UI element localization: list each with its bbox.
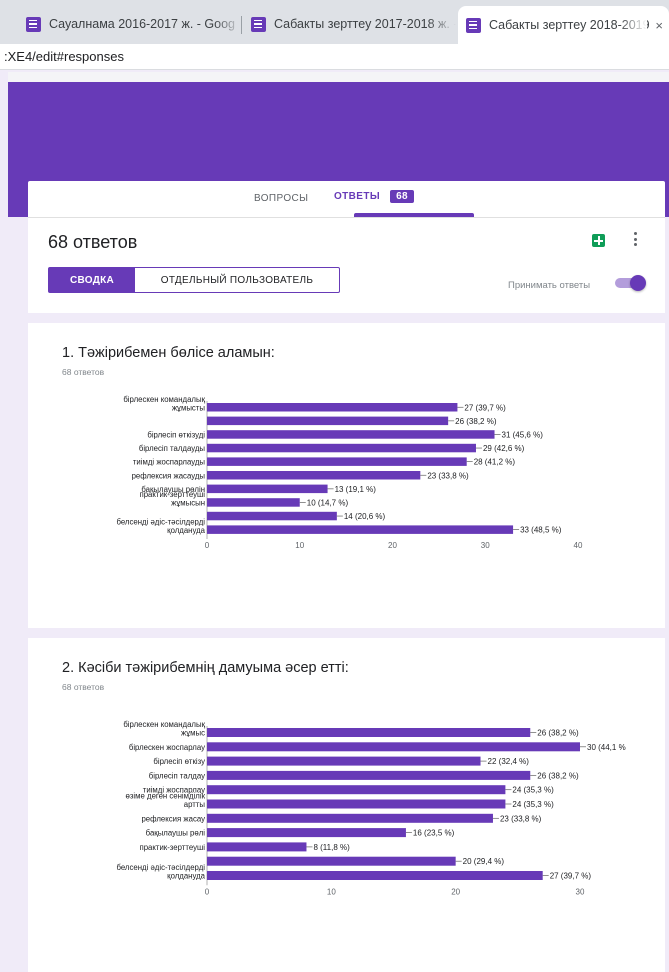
- bar: [207, 430, 495, 439]
- bar: [207, 756, 481, 766]
- view-toggle: СВОДКА ОТДЕЛЬНЫЙ ПОЛЬЗОВАТЕЛЬ: [48, 267, 340, 293]
- form-nav: ВОПРОСЫ ОТВЕТЫ 68: [28, 181, 665, 217]
- category-label: бірлесіп өткізу: [153, 757, 205, 766]
- x-tick-label: 0: [205, 541, 210, 550]
- category-label: рефлексия жасауды: [132, 471, 206, 480]
- category-label: жұмысты: [172, 404, 206, 413]
- data-label: 8 (11,8 %): [313, 843, 350, 852]
- data-label: 30 (44,1 %: [587, 743, 626, 752]
- sheets-icon[interactable]: [592, 234, 605, 247]
- bar: [207, 443, 476, 453]
- category-label: тиімді жоспарлауды: [133, 458, 206, 467]
- bar: [207, 856, 456, 866]
- header-gap: [8, 72, 669, 82]
- bar: [207, 416, 449, 426]
- data-label: 20 (29,4 %): [463, 857, 505, 866]
- forms-icon: [26, 16, 41, 32]
- category-label: бірлесіп өткізуді: [147, 430, 205, 439]
- bar: [207, 871, 543, 880]
- bar: [207, 828, 406, 838]
- bar: [207, 842, 307, 852]
- bar: [207, 457, 467, 466]
- summary-view-button[interactable]: СВОДКА: [49, 268, 135, 292]
- accept-responses-toggle[interactable]: [615, 275, 646, 291]
- data-label: 31 (45,6 %): [502, 430, 544, 439]
- browser-tab-strip: Сауалнама 2016-2017 ж. - Goog Сабакты зе…: [0, 0, 669, 44]
- summary-card: 68 ответов СВОДКА ОТДЕЛЬНЫЙ ПОЛЬЗОВАТЕЛЬ…: [28, 217, 665, 313]
- individual-view-button[interactable]: ОТДЕЛЬНЫЙ ПОЛЬЗОВАТЕЛЬ: [135, 268, 339, 292]
- bar: [207, 813, 493, 823]
- category-label: қолдануда: [167, 872, 206, 881]
- tab-answers[interactable]: ОТВЕТЫ 68: [334, 190, 415, 203]
- bar: [207, 525, 514, 534]
- category-label: артты: [184, 800, 206, 809]
- x-tick-label: 40: [574, 541, 583, 550]
- bar-chart-2: 0 10 20 3026 (38,2 %)бірлескен командалықжұ…: [116, 720, 626, 896]
- category-label: бақылаушы рөлі: [146, 829, 206, 838]
- data-label: 16 (23,5 %): [413, 829, 455, 838]
- bar: [207, 728, 531, 737]
- category-label: жұмысын: [171, 499, 205, 508]
- category-label: бірлесіп талдауды: [139, 444, 206, 453]
- data-label: 27 (39,7 %): [550, 872, 592, 881]
- data-label: 23 (33,8 %): [427, 471, 469, 480]
- bar-chart-1: 0 10 20 30 4027 (39,7 %)бірлескен командалық…: [116, 395, 583, 550]
- question-card-2: 2. Кәсіби тәжірибемнің дамуыма әсер етті…: [28, 638, 665, 972]
- category-label: бірлесіп талдау: [149, 771, 205, 780]
- bar: [207, 498, 300, 507]
- data-label: 24 (35,3 %): [512, 786, 554, 795]
- x-tick-label: 20: [451, 887, 460, 896]
- data-label: 13 (19,1 %): [335, 485, 377, 494]
- category-label: рефлексия жасау: [141, 814, 205, 823]
- address-bar[interactable]: :XE4/edit#responses: [0, 44, 669, 70]
- browser-tab-1[interactable]: Сауалнама 2016-2017 ж. - Goog: [18, 8, 242, 40]
- browser-tab-2[interactable]: Сабакты зерттеу 2017-2018 ж. -: [243, 8, 456, 40]
- x-tick-label: 0: [205, 887, 210, 896]
- more-vert-icon[interactable]: [634, 232, 638, 248]
- bar: [207, 799, 506, 809]
- tab-questions[interactable]: ВОПРОСЫ: [254, 193, 308, 204]
- bar: [207, 484, 328, 494]
- data-label: 28 (41,2 %): [474, 458, 516, 467]
- question-card-1: 1. Тәжірибемен бөлісе аламын: 68 ответов…: [28, 323, 665, 628]
- data-label: 22 (32,4 %): [488, 757, 530, 766]
- x-tick-label: 20: [388, 541, 397, 550]
- category-label: практик-зерттеуші: [139, 843, 205, 852]
- answers-count-badge: 68: [390, 190, 415, 203]
- bar: [207, 403, 458, 412]
- forms-icon: [466, 17, 481, 33]
- data-label: 33 (48,5 %): [520, 526, 562, 535]
- address-text: :XE4/edit#responses: [4, 49, 124, 64]
- browser-tab-title: Сауалнама 2016-2017 ж. - Goog: [49, 17, 235, 31]
- x-tick-label: 10: [295, 541, 304, 550]
- close-tab-icon[interactable]: ×: [655, 18, 663, 33]
- category-label: жұмыс: [181, 729, 205, 738]
- data-label: 26 (38,2 %): [537, 729, 579, 738]
- data-label: 14 (20,6 %): [344, 512, 386, 521]
- tab-answers-label: ОТВЕТЫ: [334, 191, 381, 202]
- category-label: бірлескен жоспарлау: [129, 743, 205, 752]
- data-label: 23 (33,8 %): [500, 814, 542, 823]
- x-tick-label: 10: [327, 887, 336, 896]
- bar: [207, 511, 337, 521]
- accept-responses-label: Принимать ответы: [508, 280, 591, 291]
- x-tick-label: 30: [481, 541, 490, 550]
- category-label: қолдануда: [167, 526, 206, 535]
- bar: [207, 785, 506, 795]
- bar: [207, 471, 421, 480]
- data-label: 10 (14,7 %): [307, 498, 349, 507]
- forms-icon: [251, 16, 266, 32]
- data-label: 24 (35,3 %): [512, 800, 554, 809]
- bar: [207, 770, 531, 780]
- x-tick-label: 30: [576, 887, 585, 896]
- bar: [207, 742, 580, 752]
- responses-title: 68 ответов: [48, 232, 138, 252]
- browser-tab-3-active[interactable]: Сабакты зерттеу 2018-2019 ×: [458, 6, 669, 44]
- data-label: 29 (42,6 %): [483, 444, 525, 453]
- data-label: 27 (39,7 %): [464, 403, 506, 412]
- data-label: 26 (38,2 %): [537, 771, 579, 780]
- data-label: 26 (38,2 %): [455, 417, 497, 426]
